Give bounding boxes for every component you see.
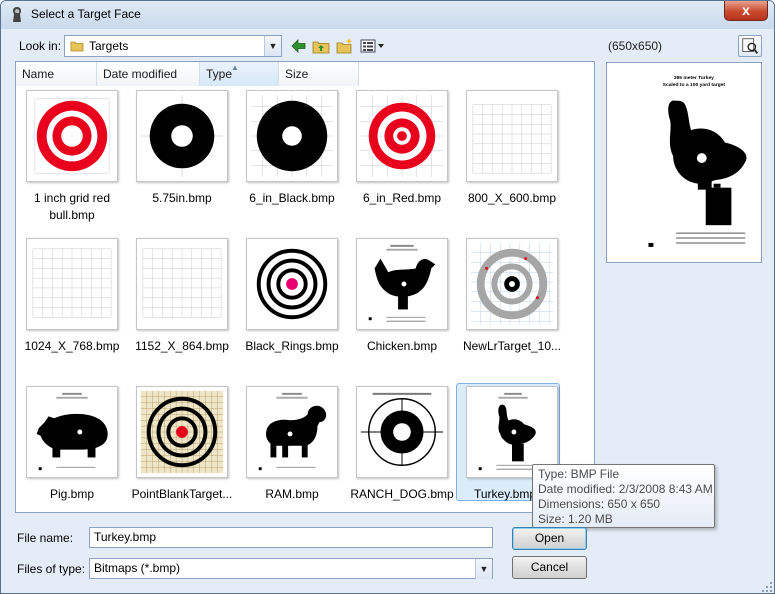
file-item-ram[interactable]: RAM.bmp [236, 386, 348, 526]
file-name-label: PointBlankTarget... [131, 487, 233, 501]
chevron-down-icon[interactable]: ▼ [475, 559, 492, 579]
folder-icon [70, 41, 84, 52]
files-of-type-value: Bitmaps (*.bmp) [94, 561, 181, 575]
file-name-label: 5.75in.bmp [152, 191, 212, 205]
file-name-label: Black_Rings.bmp [245, 339, 339, 353]
preview-title-line2: Scaled to a 100 yard target [663, 82, 726, 88]
tooltip-type: Type: BMP File [538, 467, 620, 481]
up-folder-icon[interactable] [312, 37, 330, 55]
file-name-label: RAM.bmp [265, 487, 319, 501]
cancel-button[interactable]: Cancel [512, 556, 587, 579]
file-list-view[interactable]: Name Date modified Type ▲ Size 1 inch gr… [15, 61, 595, 513]
file-name-label: RANCH_DOG.bmp [350, 487, 454, 501]
column-header-date-modified[interactable]: Date modified [97, 62, 200, 86]
preview-size-label: (650x650) [608, 39, 663, 53]
look-in-value: Targets [89, 39, 129, 53]
view-menu-icon[interactable] [360, 37, 386, 55]
file-thumbnail [246, 90, 338, 182]
tooltip-size: Size: 1.20 MB [538, 512, 613, 526]
file-thumbnail [246, 238, 338, 330]
column-header-type-label: Type [206, 67, 233, 81]
file-thumbnail [356, 238, 448, 330]
file-thumbnail [26, 386, 118, 478]
file-name-label: File name: [17, 531, 74, 545]
file-item-1152-x-864[interactable]: 1152_X_864.bmp [126, 238, 238, 378]
file-item-1024-x-768[interactable]: 1024_X_768.bmp [16, 238, 128, 378]
file-item-newlrtarget[interactable]: NewLrTarget_10... [456, 238, 568, 378]
file-thumbnail [466, 90, 558, 182]
column-header-size[interactable]: Size [279, 62, 359, 86]
file-item-pointblanktarget[interactable]: PointBlankTarget... [126, 386, 238, 526]
column-header-type[interactable]: Type ▲ [200, 62, 279, 86]
files-of-type-dropdown[interactable]: Bitmaps (*.bmp) ▼ [89, 558, 493, 579]
preview-pane: 385 meter Turkey Scaled to a 100 yard ta… [606, 62, 762, 263]
preview-title-line1: 385 meter Turkey [674, 75, 714, 81]
file-item-6-in-red[interactable]: 6_in_Red.bmp [346, 90, 458, 230]
file-thumbnail [136, 90, 228, 182]
title-bar: Select a Target Face x [1, 1, 774, 29]
file-name-label: 1152_X_864.bmp [135, 339, 229, 353]
preview-zoom-button[interactable] [738, 35, 762, 57]
file-name-label: NewLrTarget_10... [462, 339, 562, 353]
file-thumbnail [136, 238, 228, 330]
chevron-down-icon[interactable]: ▼ [264, 36, 281, 56]
file-item-6-in-black[interactable]: 6_in_Black.bmp [236, 90, 348, 230]
file-thumbnail [136, 386, 228, 478]
file-item-5-75in[interactable]: 5.75in.bmp [126, 90, 238, 230]
column-header-name[interactable]: Name [16, 62, 97, 86]
file-name-input[interactable]: Turkey.bmp [89, 527, 493, 548]
file-thumbnail [356, 90, 448, 182]
window-title: Select a Target Face [31, 7, 141, 21]
file-name-label: Turkey.bmp [474, 487, 537, 501]
close-icon: x [742, 2, 750, 18]
file-name-label: 1024_X_768.bmp [24, 339, 120, 353]
resize-grip-icon[interactable] [761, 581, 773, 593]
back-arrow-icon[interactable] [290, 37, 308, 55]
file-name-label: 800_X_600.bmp [467, 191, 557, 205]
look-in-label: Look in: [19, 39, 62, 53]
file-name-label: Chicken.bmp [366, 339, 438, 353]
file-item-pig[interactable]: Pig.bmp [16, 386, 128, 526]
file-item-chicken[interactable]: Chicken.bmp [346, 238, 458, 378]
file-name-label: 1 inch grid red bull.bmp [33, 191, 111, 222]
file-thumbnail [26, 238, 118, 330]
select-target-face-dialog: Select a Target Face x Look in: Targets … [0, 0, 775, 594]
file-info-tooltip: Type: BMP File Date modified: 2/3/2008 8… [532, 464, 715, 528]
file-thumbnail [26, 90, 118, 182]
files-of-type-label: Files of type: [17, 562, 86, 576]
turkey-preview-image: 385 meter Turkey Scaled to a 100 yard ta… [648, 75, 747, 247]
file-item-800-x-600[interactable]: 800_X_600.bmp [456, 90, 568, 230]
file-item-1-inch-grid-red-bull[interactable]: 1 inch grid red bull.bmp [16, 90, 128, 230]
tooltip-dimensions: Dimensions: 650 x 650 [538, 497, 661, 511]
close-button[interactable]: x [724, 1, 768, 21]
new-folder-icon[interactable] [336, 37, 354, 55]
file-thumbnail [246, 386, 338, 478]
magnifier-icon [742, 38, 758, 54]
open-button[interactable]: Open [512, 527, 587, 550]
tooltip-date-modified: Date modified: 2/3/2008 8:43 AM [538, 482, 713, 496]
file-name-label: 6_in_Black.bmp [249, 191, 335, 205]
file-name-label: 6_in_Red.bmp [362, 191, 442, 205]
file-thumbnail [356, 386, 448, 478]
sort-ascending-icon: ▲ [231, 63, 239, 72]
file-item-black-rings[interactable]: Black_Rings.bmp [236, 238, 348, 378]
file-thumbnail [466, 238, 558, 330]
file-name-label: Pig.bmp [49, 487, 95, 501]
app-icon [13, 7, 21, 22]
look-in-dropdown[interactable]: Targets ▼ [64, 35, 282, 57]
file-item-ranch-dog[interactable]: RANCH_DOG.bmp [346, 386, 458, 526]
